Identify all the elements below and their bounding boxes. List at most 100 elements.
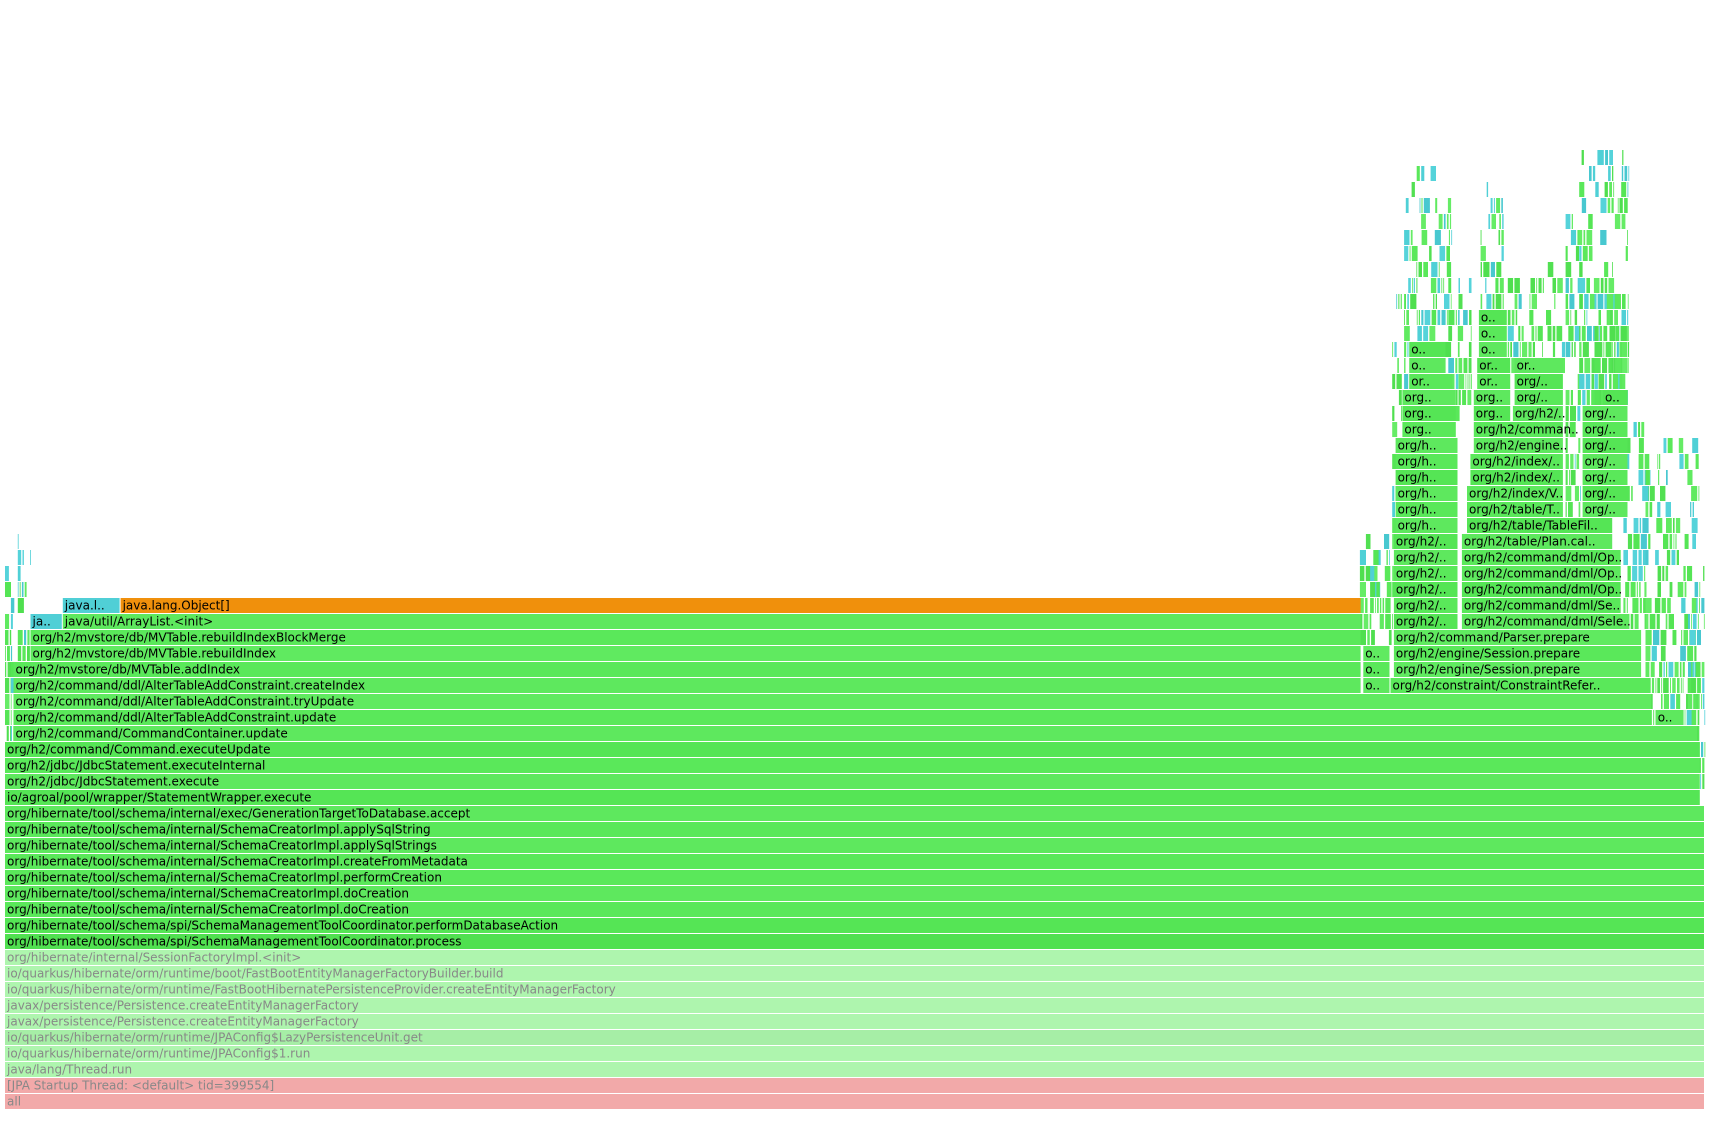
flame-frame[interactable]: org/h2/.. <box>1393 598 1458 613</box>
narrow-frame[interactable] <box>1645 662 1650 677</box>
narrow-frame[interactable] <box>1455 390 1458 405</box>
narrow-frame[interactable] <box>10 694 12 709</box>
narrow-frame[interactable] <box>1574 486 1579 501</box>
flame-frame[interactable]: org/h.. <box>1395 438 1458 453</box>
narrow-frame[interactable] <box>1678 438 1684 453</box>
narrow-frame[interactable] <box>1430 278 1437 293</box>
narrow-frame[interactable] <box>1392 614 1393 629</box>
narrow-frame[interactable] <box>24 630 27 645</box>
narrow-frame[interactable] <box>1480 246 1486 261</box>
flame-frame[interactable]: org/h2/.. <box>1393 614 1458 629</box>
narrow-frame[interactable] <box>1665 566 1669 581</box>
narrow-frame[interactable] <box>1586 278 1590 293</box>
narrow-frame[interactable] <box>1554 294 1556 309</box>
narrow-frame[interactable] <box>1683 566 1686 581</box>
narrow-frame[interactable] <box>1684 454 1689 469</box>
narrow-frame[interactable] <box>1443 214 1446 229</box>
narrow-frame[interactable] <box>1633 518 1639 533</box>
narrow-frame[interactable] <box>1370 598 1374 613</box>
narrow-frame[interactable] <box>1645 598 1652 613</box>
narrow-frame[interactable] <box>1586 390 1590 405</box>
narrow-frame[interactable] <box>1691 710 1697 725</box>
narrow-frame[interactable] <box>1583 230 1586 245</box>
narrow-frame[interactable] <box>17 566 21 581</box>
narrow-frame[interactable] <box>1570 390 1573 405</box>
narrow-frame[interactable] <box>1619 198 1623 213</box>
narrow-frame[interactable] <box>1679 454 1684 469</box>
flame-frame[interactable]: org/h2/command/ddl/AlterTableAddConstrai… <box>13 678 1361 693</box>
narrow-frame[interactable] <box>1435 198 1438 213</box>
narrow-frame[interactable] <box>1651 678 1655 693</box>
narrow-frame[interactable] <box>1389 550 1390 565</box>
narrow-frame[interactable] <box>1687 470 1693 485</box>
narrow-frame[interactable] <box>1449 214 1452 229</box>
narrow-frame[interactable] <box>1546 310 1552 325</box>
narrow-frame[interactable] <box>17 646 22 661</box>
narrow-frame[interactable] <box>1493 198 1495 213</box>
narrow-frame[interactable] <box>1565 502 1567 517</box>
flame-frame[interactable]: org/hibernate/tool/schema/internal/Schem… <box>5 886 1704 901</box>
narrow-frame[interactable] <box>1581 198 1587 213</box>
narrow-frame[interactable] <box>1645 630 1652 645</box>
narrow-frame[interactable] <box>17 582 19 597</box>
narrow-frame[interactable] <box>1665 502 1671 517</box>
narrow-frame[interactable] <box>5 694 10 709</box>
narrow-frame[interactable] <box>1531 294 1537 309</box>
narrow-frame[interactable] <box>1392 374 1396 389</box>
narrow-frame[interactable] <box>1571 214 1573 229</box>
narrow-frame[interactable] <box>1404 342 1407 357</box>
narrow-frame[interactable] <box>1631 486 1633 501</box>
flame-frame[interactable]: org/.. <box>1514 390 1563 405</box>
flame-frame[interactable]: o.. <box>1409 342 1446 357</box>
narrow-frame[interactable] <box>1612 262 1613 277</box>
narrow-frame[interactable] <box>1639 598 1642 613</box>
narrow-frame[interactable] <box>1661 598 1666 613</box>
narrow-frame[interactable] <box>1623 598 1626 613</box>
narrow-frame[interactable] <box>1511 310 1515 325</box>
narrow-frame[interactable] <box>1580 486 1581 501</box>
narrow-frame[interactable] <box>1674 662 1679 677</box>
narrow-frame[interactable] <box>1663 534 1669 549</box>
narrow-frame[interactable] <box>1576 454 1580 469</box>
narrow-frame[interactable] <box>1392 502 1395 517</box>
flame-frame[interactable]: or.. <box>1477 374 1511 389</box>
narrow-frame[interactable] <box>1404 310 1405 325</box>
flame-frame[interactable]: org/.. <box>1582 438 1628 453</box>
narrow-frame[interactable] <box>1703 566 1705 581</box>
narrow-frame[interactable] <box>1421 214 1426 229</box>
narrow-frame[interactable] <box>1621 182 1627 197</box>
narrow-frame[interactable] <box>1691 486 1698 501</box>
narrow-frame[interactable] <box>5 630 9 645</box>
flame-frame[interactable]: o.. <box>1363 678 1390 693</box>
narrow-frame[interactable] <box>1438 214 1443 229</box>
narrow-frame[interactable] <box>1359 582 1366 597</box>
narrow-frame[interactable] <box>1594 342 1596 357</box>
narrow-frame[interactable] <box>1614 294 1621 309</box>
narrow-frame[interactable] <box>1615 358 1621 373</box>
narrow-frame[interactable] <box>1421 310 1424 325</box>
narrow-frame[interactable] <box>1595 182 1599 197</box>
narrow-frame[interactable] <box>1688 614 1690 629</box>
narrow-frame[interactable] <box>1565 486 1572 501</box>
narrow-frame[interactable] <box>1447 198 1452 213</box>
narrow-frame[interactable] <box>1404 358 1406 373</box>
narrow-frame[interactable] <box>1672 678 1676 693</box>
narrow-frame[interactable] <box>1663 678 1669 693</box>
flame-frame[interactable]: org/h2/.. <box>1393 534 1458 549</box>
narrow-frame[interactable] <box>1486 182 1489 197</box>
flame-frame[interactable]: org.. <box>1473 406 1511 421</box>
narrow-frame[interactable] <box>1600 230 1607 245</box>
narrow-frame[interactable] <box>17 534 19 549</box>
narrow-frame[interactable] <box>1640 534 1647 549</box>
narrow-frame[interactable] <box>1645 646 1651 661</box>
narrow-frame[interactable] <box>1437 278 1441 293</box>
narrow-frame[interactable] <box>1496 262 1502 277</box>
narrow-frame[interactable] <box>1502 294 1504 309</box>
narrow-frame[interactable] <box>1565 310 1570 325</box>
narrow-frame[interactable] <box>6 726 9 741</box>
narrow-frame[interactable] <box>1594 326 1598 341</box>
narrow-frame[interactable] <box>1458 278 1461 293</box>
frame-bar[interactable] <box>62 614 1361 629</box>
narrow-frame[interactable] <box>1499 214 1501 229</box>
narrow-frame[interactable] <box>1687 646 1694 661</box>
